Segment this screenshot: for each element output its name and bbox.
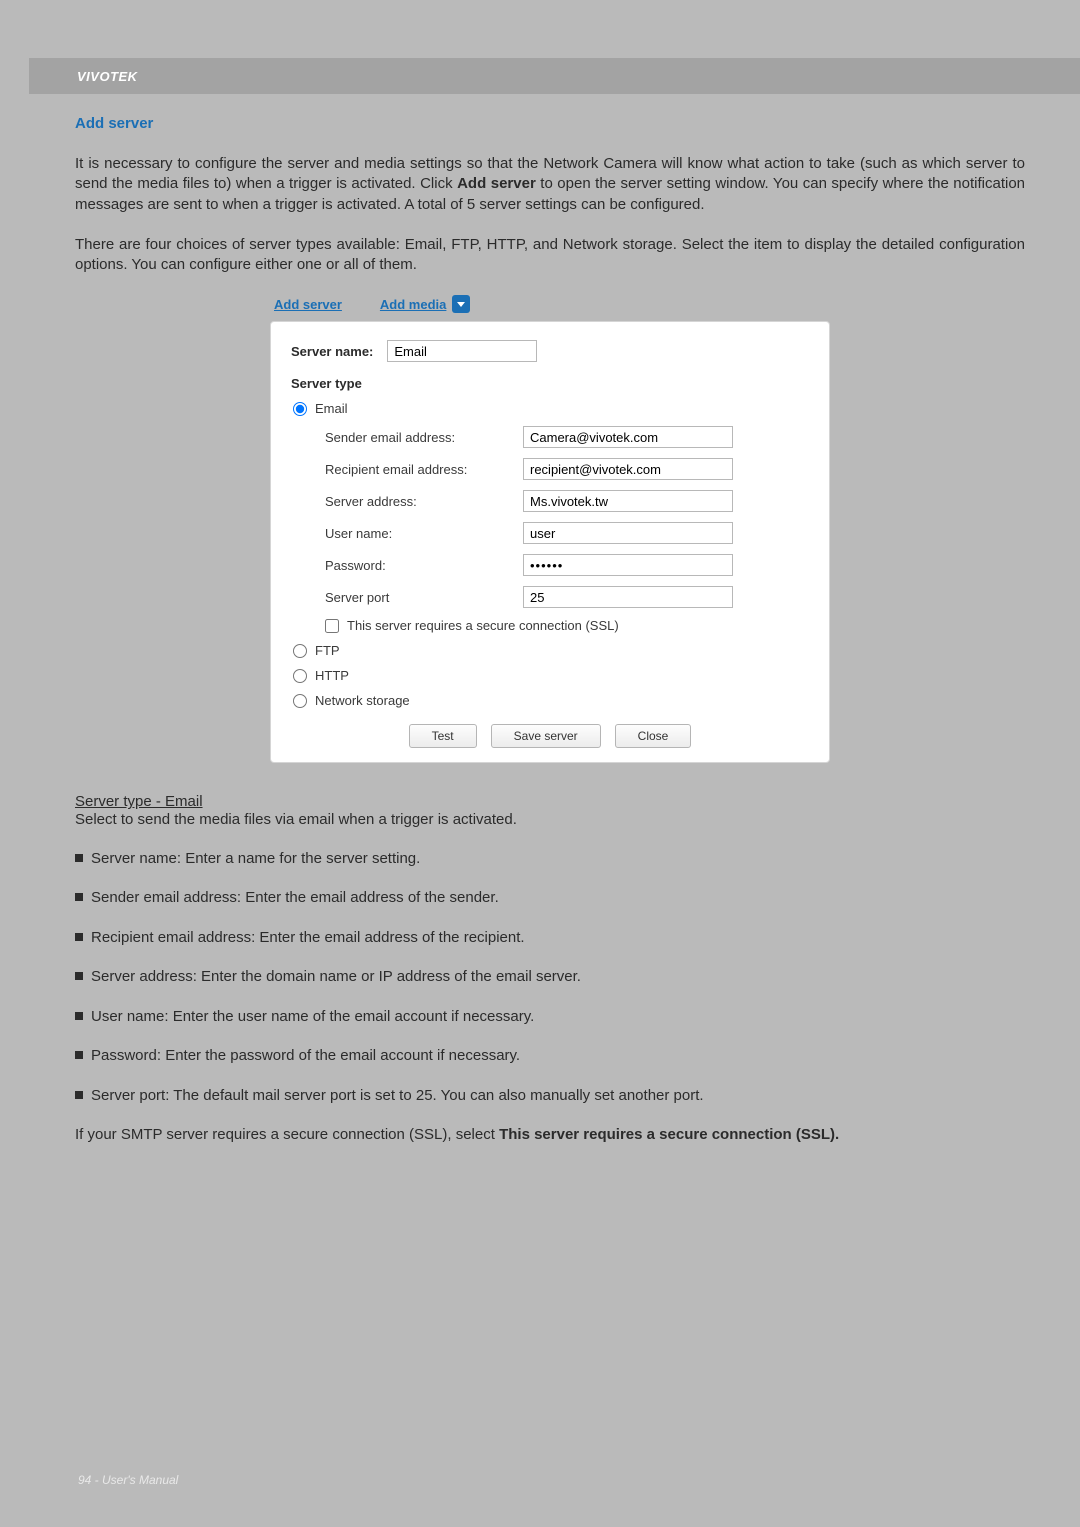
test-button[interactable]: Test: [409, 724, 477, 748]
ssl-label: This server requires a secure connection…: [347, 618, 619, 633]
bullet-icon: [75, 972, 83, 980]
intro-paragraph-1: It is necessary to configure the server …: [75, 154, 1025, 215]
bullet-icon: [75, 1012, 83, 1020]
bullet-list: Server name: Enter a name for the server…: [75, 849, 1025, 1106]
server-name-row: Server name:: [291, 340, 809, 362]
list-item: Password: Enter the password of the emai…: [75, 1046, 1025, 1066]
save-server-button[interactable]: Save server: [491, 724, 601, 748]
server-addr-label: Server address:: [325, 494, 523, 509]
radio-email-label: Email: [315, 401, 348, 416]
list-item: Recipient email address: Enter the email…: [75, 928, 1025, 948]
header-bar: VIVOTEK: [29, 58, 1080, 94]
server-name-input[interactable]: [387, 340, 537, 362]
sender-row: Sender email address:: [325, 426, 809, 448]
recipient-row: Recipient email address:: [325, 458, 809, 480]
radio-email[interactable]: Email: [293, 401, 809, 416]
email-fields: Sender email address: Recipient email ad…: [325, 426, 809, 608]
list-item: Server name: Enter a name for the server…: [75, 849, 1025, 869]
dialog-wrap: Add server Add media Server name: Server…: [75, 295, 1025, 763]
server-addr-input[interactable]: [523, 490, 733, 512]
ssl-row[interactable]: This server requires a secure connection…: [325, 618, 809, 633]
closing-a: If your SMTP server requires a secure co…: [75, 1126, 499, 1143]
radio-network-storage-label: Network storage: [315, 693, 410, 708]
server-type-email-heading: Server type - Email: [75, 793, 1025, 810]
tab-add-media[interactable]: Add media: [380, 295, 470, 313]
username-row: User name:: [325, 522, 809, 544]
bullet-icon: [75, 893, 83, 901]
page-content: Add server It is necessary to configure …: [75, 115, 1025, 1165]
username-label: User name:: [325, 526, 523, 541]
port-label: Server port: [325, 590, 523, 605]
intro-paragraph-2: There are four choices of server types a…: [75, 235, 1025, 276]
server-type-email-desc: Select to send the media files via email…: [75, 810, 1025, 830]
page-footer: 94 - User's Manual: [78, 1473, 178, 1487]
radio-email-input[interactable]: [293, 402, 307, 416]
radio-ftp[interactable]: FTP: [293, 643, 809, 658]
ssl-checkbox[interactable]: [325, 619, 339, 633]
close-button[interactable]: Close: [615, 724, 692, 748]
server-name-label: Server name:: [291, 344, 373, 359]
server-dialog: Server name: Server type Email Sender em…: [270, 321, 830, 763]
port-row: Server port: [325, 586, 809, 608]
list-item: Sender email address: Enter the email ad…: [75, 888, 1025, 908]
closing-paragraph: If your SMTP server requires a secure co…: [75, 1125, 1025, 1145]
radio-network-storage[interactable]: Network storage: [293, 693, 809, 708]
dialog-buttons: Test Save server Close: [291, 724, 809, 748]
bullet-icon: [75, 933, 83, 941]
password-label: Password:: [325, 558, 523, 573]
tab-add-media-label: Add media: [380, 297, 446, 312]
bullet-text: Sender email address: Enter the email ad…: [91, 888, 499, 908]
server-addr-row: Server address:: [325, 490, 809, 512]
radio-http-input[interactable]: [293, 669, 307, 683]
arrow-down-icon: [452, 295, 470, 313]
password-row: Password:: [325, 554, 809, 576]
username-input[interactable]: [523, 522, 733, 544]
password-input[interactable]: [523, 554, 733, 576]
recipient-input[interactable]: [523, 458, 733, 480]
port-input[interactable]: [523, 586, 733, 608]
bullet-icon: [75, 1051, 83, 1059]
radio-ftp-label: FTP: [315, 643, 340, 658]
list-item: Server address: Enter the domain name or…: [75, 967, 1025, 987]
recipient-label: Recipient email address:: [325, 462, 523, 477]
bullet-icon: [75, 854, 83, 862]
bullet-text: Server address: Enter the domain name or…: [91, 967, 581, 987]
section-title: Add server: [75, 115, 1025, 132]
bullet-text: Server port: The default mail server por…: [91, 1086, 704, 1106]
p1-bold: Add server: [457, 175, 536, 192]
sender-label: Sender email address:: [325, 430, 523, 445]
list-item: Server port: The default mail server por…: [75, 1086, 1025, 1106]
bullet-text: User name: Enter the user name of the em…: [91, 1007, 534, 1027]
bullet-text: Password: Enter the password of the emai…: [91, 1046, 520, 1066]
sender-input[interactable]: [523, 426, 733, 448]
bullet-icon: [75, 1091, 83, 1099]
tab-add-server[interactable]: Add server: [274, 295, 342, 313]
server-type-label: Server type: [291, 376, 795, 391]
dialog-container: Add server Add media Server name: Server…: [270, 295, 830, 763]
radio-ftp-input[interactable]: [293, 644, 307, 658]
radio-http[interactable]: HTTP: [293, 668, 809, 683]
closing-bold: This server requires a secure connection…: [499, 1126, 839, 1143]
list-item: User name: Enter the user name of the em…: [75, 1007, 1025, 1027]
brand-text: VIVOTEK: [77, 69, 138, 84]
radio-network-storage-input[interactable]: [293, 694, 307, 708]
bullet-text: Recipient email address: Enter the email…: [91, 928, 525, 948]
dialog-tabs: Add server Add media: [274, 295, 830, 313]
radio-http-label: HTTP: [315, 668, 349, 683]
tab-add-server-label: Add server: [274, 297, 342, 312]
bullet-text: Server name: Enter a name for the server…: [91, 849, 420, 869]
